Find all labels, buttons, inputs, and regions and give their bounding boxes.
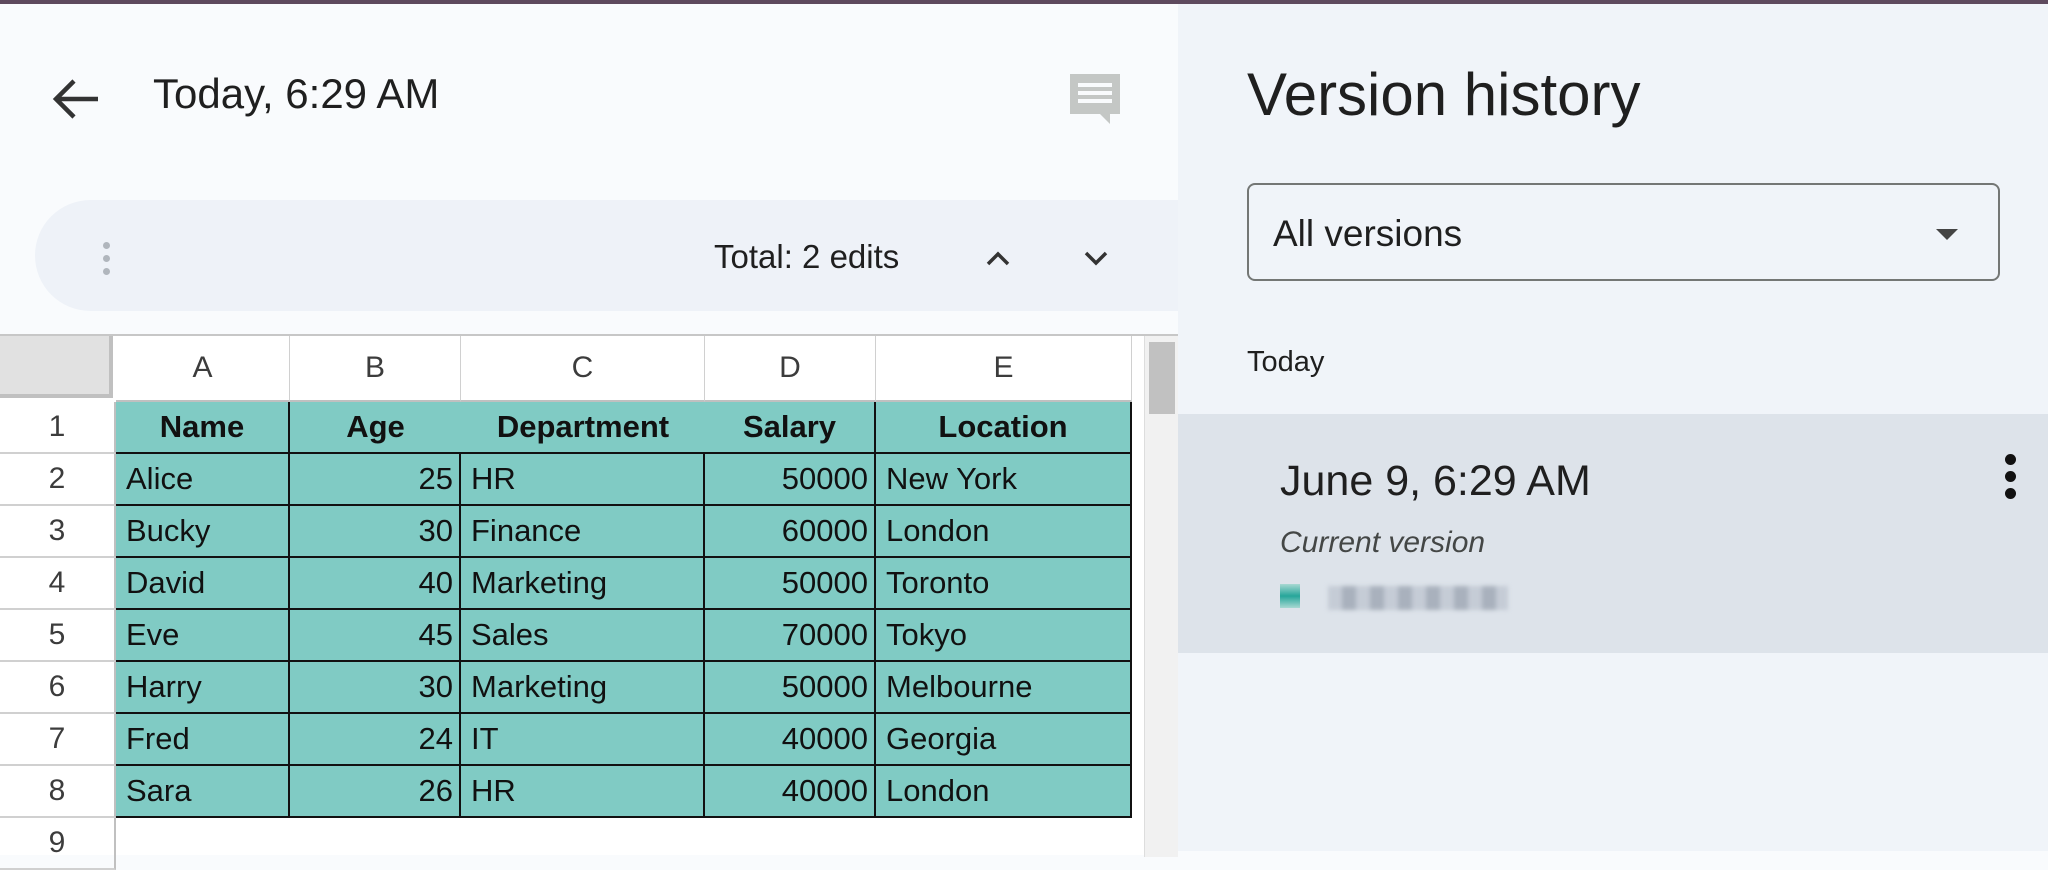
cell[interactable]: 45 (290, 610, 461, 662)
back-button[interactable] (50, 76, 102, 122)
cell[interactable]: HR (461, 454, 705, 506)
cell[interactable]: Sara (116, 766, 290, 818)
cell[interactable]: Alice (116, 454, 290, 506)
cell[interactable]: 50000 (705, 662, 876, 714)
cell[interactable]: Harry (116, 662, 290, 714)
arrow-left-icon (52, 79, 98, 119)
cell[interactable]: Eve (116, 610, 290, 662)
editor-color-icon (1280, 584, 1300, 608)
version-title: Today, 6:29 AM (153, 70, 440, 117)
more-actions-button[interactable] (2003, 454, 2019, 504)
cell[interactable]: London (876, 766, 1132, 818)
scrollbar-thumb[interactable] (1149, 342, 1175, 414)
cell[interactable]: 40000 (705, 714, 876, 766)
version-label: Current version (1280, 526, 1486, 559)
group-label-today: Today (1247, 346, 1325, 378)
version-history-panel: Version history All versions Today June … (1178, 4, 2048, 851)
column-header-e[interactable]: E (876, 336, 1132, 402)
cell[interactable]: Tokyo (876, 610, 1132, 662)
cell[interactable]: HR (461, 766, 705, 818)
column-header-d[interactable]: D (705, 336, 876, 402)
row-header-9[interactable]: 9 (0, 818, 116, 870)
cell[interactable]: Location (876, 402, 1132, 454)
cell[interactable]: 50000 (705, 558, 876, 610)
cell[interactable]: 30 (290, 506, 461, 558)
row-header-3[interactable]: 3 (0, 506, 116, 558)
column-header-a[interactable]: A (116, 336, 290, 402)
cell[interactable]: IT (461, 714, 705, 766)
row-header-7[interactable]: 7 (0, 714, 116, 766)
cell[interactable]: London (876, 506, 1132, 558)
cell[interactable]: Marketing (461, 558, 705, 610)
row-header-2[interactable]: 2 (0, 454, 116, 506)
row-header-4[interactable]: 4 (0, 558, 116, 610)
dropdown-value: All versions (1273, 213, 1463, 254)
document-preview-pane: Today, 6:29 AM Total: 2 edits ABCDE12345… (0, 4, 1178, 870)
select-all-corner[interactable] (0, 336, 113, 398)
editor-name-redacted (1328, 586, 1508, 610)
cell[interactable]: Department (461, 402, 705, 454)
cell[interactable]: 70000 (705, 610, 876, 662)
cell[interactable]: Toronto (876, 558, 1132, 610)
chevron-down-icon (1084, 251, 1108, 266)
cell[interactable]: Sales (461, 610, 705, 662)
cell[interactable]: Marketing (461, 662, 705, 714)
row-header-5[interactable]: 5 (0, 610, 116, 662)
spreadsheet-grid: A B C D E 1 2 3 4 5 6 7 8 9 Name Age Department Salary Loc… (0, 334, 1178, 870)
cell[interactable]: 25 (290, 454, 461, 506)
cell[interactable]: Melbourne (876, 662, 1132, 714)
vertical-scrollbar[interactable] (1144, 336, 1178, 857)
chevron-up-icon (986, 251, 1010, 266)
version-item[interactable]: June 9, 6:29 AM Current version (1178, 414, 2048, 653)
next-edit-button[interactable] (1076, 240, 1116, 276)
cell[interactable]: 24 (290, 714, 461, 766)
cell[interactable]: 26 (290, 766, 461, 818)
cell[interactable]: 40000 (705, 766, 876, 818)
cell[interactable]: 40 (290, 558, 461, 610)
versions-filter-dropdown[interactable]: All versions (1247, 183, 2000, 281)
cell[interactable]: Finance (461, 506, 705, 558)
total-edits-label: Total: 2 edits (714, 238, 900, 275)
comments-button[interactable] (1066, 70, 1124, 128)
cell[interactable]: Name (116, 402, 290, 454)
cell[interactable]: New York (876, 454, 1132, 506)
cell[interactable]: David (116, 558, 290, 610)
row-header-1[interactable]: 1 (0, 402, 116, 454)
cell[interactable]: 60000 (705, 506, 876, 558)
drag-handle-icon[interactable] (102, 242, 112, 282)
cell[interactable]: Bucky (116, 506, 290, 558)
cell[interactable]: 50000 (705, 454, 876, 506)
version-time: June 9, 6:29 AM (1280, 457, 1591, 505)
row-header-6[interactable]: 6 (0, 662, 116, 714)
panel-title: Version history (1247, 61, 1641, 128)
row-header-8[interactable]: 8 (0, 766, 116, 818)
column-header-b[interactable]: B (290, 336, 461, 402)
comment-icon (1070, 74, 1120, 124)
cell[interactable]: Salary (705, 402, 876, 454)
previous-edit-button[interactable] (978, 240, 1018, 276)
cell[interactable]: 30 (290, 662, 461, 714)
cell[interactable]: Georgia (876, 714, 1132, 766)
cell[interactable]: Age (290, 402, 461, 454)
dropdown-arrow-icon (1936, 229, 1958, 240)
column-header-c[interactable]: C (461, 336, 705, 402)
cell[interactable]: Fred (116, 714, 290, 766)
